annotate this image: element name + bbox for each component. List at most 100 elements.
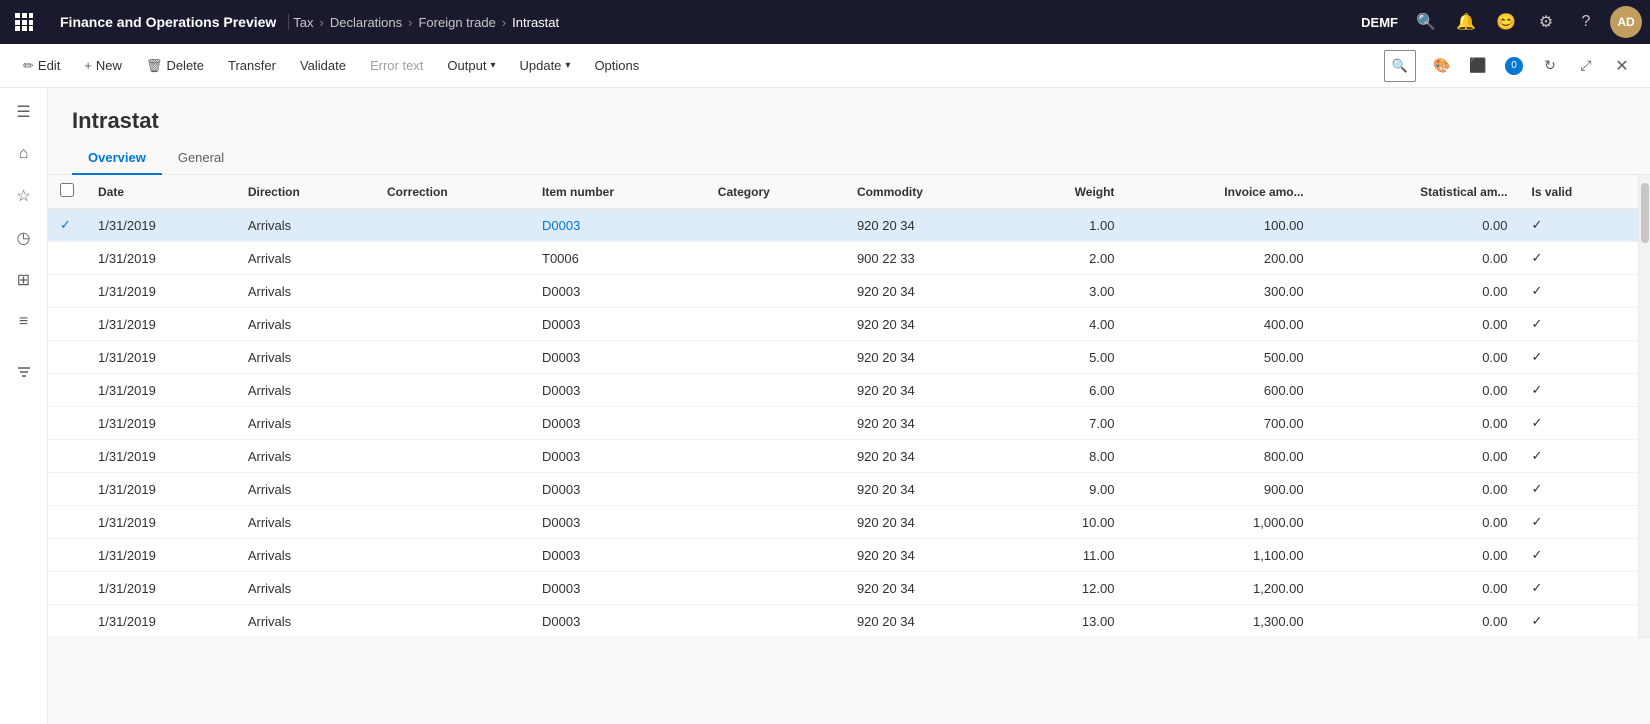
row-check-cell <box>48 407 86 440</box>
table-row[interactable]: 1/31/2019ArrivalsD0003920 20 3412.001,20… <box>48 572 1638 605</box>
cell-statistical-amt: 0.00 <box>1316 572 1520 605</box>
table-row[interactable]: 1/31/2019ArrivalsD0003920 20 3414.001,40… <box>48 638 1638 640</box>
cell-item-number: D0003 <box>530 440 706 473</box>
cell-correction <box>375 242 530 275</box>
main-layout: ☰ ⌂ ☆ ◷ ⊞ ≡ Intrastat Overview General <box>0 88 1650 724</box>
cell-invoice-amt: 200.00 <box>1126 242 1315 275</box>
delete-button[interactable]: 🗑 Delete <box>135 51 215 81</box>
table-row[interactable]: ✓1/31/2019ArrivalsD0003920 20 341.00100.… <box>48 209 1638 242</box>
grid-scroll-container[interactable]: Date Direction Correction Item number Ca… <box>48 175 1638 639</box>
breadcrumb-intrastat[interactable]: Intrastat <box>512 15 559 30</box>
cell-statistical-amt: 0.00 <box>1316 209 1520 242</box>
vertical-scrollbar[interactable] <box>1638 175 1650 639</box>
cell-category <box>706 275 845 308</box>
user-button[interactable]: 😊 <box>1490 6 1522 38</box>
table-row[interactable]: 1/31/2019ArrivalsD0003920 20 346.00600.0… <box>48 374 1638 407</box>
cell-weight: 12.00 <box>1010 572 1127 605</box>
cell-statistical-amt: 0.00 <box>1316 308 1520 341</box>
toolbar-search-button[interactable]: 🔍 <box>1384 50 1416 82</box>
validate-button[interactable]: Validate <box>289 51 357 80</box>
cell-is-valid: ✓ <box>1520 605 1638 638</box>
output-button[interactable]: Output ▾ <box>436 51 506 80</box>
breadcrumb-tax[interactable]: Tax <box>293 15 313 30</box>
table-row[interactable]: 1/31/2019ArrivalsD0003920 20 3410.001,00… <box>48 506 1638 539</box>
breadcrumb-foreign-trade[interactable]: Foreign trade <box>418 15 495 30</box>
table-row[interactable]: 1/31/2019ArrivalsT0006900 22 332.00200.0… <box>48 242 1638 275</box>
help-button[interactable]: ? <box>1570 6 1602 38</box>
table-row[interactable]: 1/31/2019ArrivalsD0003920 20 3411.001,10… <box>48 539 1638 572</box>
avatar-button[interactable]: AD <box>1610 6 1642 38</box>
cell-correction <box>375 473 530 506</box>
tab-overview[interactable]: Overview <box>72 142 162 175</box>
table-row[interactable]: 1/31/2019ArrivalsD0003920 20 343.00300.0… <box>48 275 1638 308</box>
app-grid-button[interactable] <box>8 6 40 38</box>
sidebar-menu-button[interactable]: ☰ <box>4 92 44 132</box>
cell-category <box>706 209 845 242</box>
valid-check-icon: ✓ <box>1532 382 1543 397</box>
cell-date: 1/31/2019 <box>86 209 236 242</box>
edit-button[interactable]: ✏ Edit <box>12 51 71 81</box>
cell-weight: 10.00 <box>1010 506 1127 539</box>
cell-category <box>706 440 845 473</box>
cell-commodity: 920 20 34 <box>845 341 1010 374</box>
sidebar-workspaces-button[interactable]: ⊞ <box>4 260 44 300</box>
cell-item-number: D0003 <box>530 539 706 572</box>
new-button[interactable]: + New <box>73 51 133 80</box>
refresh-button[interactable]: ↻ <box>1534 50 1566 82</box>
split-view-button[interactable]: ⬛ <box>1462 50 1494 82</box>
table-row[interactable]: 1/31/2019ArrivalsD0003920 20 3413.001,30… <box>48 605 1638 638</box>
cell-item-number: D0003 <box>530 572 706 605</box>
search-nav-button[interactable]: 🔍 <box>1410 6 1442 38</box>
cell-is-valid: ✓ <box>1520 572 1638 605</box>
col-weight: Weight <box>1010 175 1127 209</box>
sidebar-recent-button[interactable]: ◷ <box>4 218 44 258</box>
table-row[interactable]: 1/31/2019ArrivalsD0003920 20 347.00700.0… <box>48 407 1638 440</box>
cell-direction: Arrivals <box>236 506 375 539</box>
cell-category <box>706 539 845 572</box>
options-button[interactable]: Options <box>583 51 650 80</box>
sidebar-favorites-button[interactable]: ☆ <box>4 176 44 216</box>
cell-item-number: D0003 <box>530 407 706 440</box>
sidebar-home-button[interactable]: ⌂ <box>4 134 44 174</box>
cell-is-valid: ✓ <box>1520 440 1638 473</box>
breadcrumb-declarations[interactable]: Declarations <box>330 15 402 30</box>
select-all-checkbox[interactable] <box>60 183 74 197</box>
cell-item-number: D0003 <box>530 605 706 638</box>
top-nav-right: DEMF 🔍 🔔 😊 ⚙ ? AD <box>1361 6 1642 38</box>
cell-is-valid: ✓ <box>1520 308 1638 341</box>
cell-item-number[interactable]: D0003 <box>530 209 706 242</box>
transfer-button[interactable]: Transfer <box>217 51 287 80</box>
tab-general[interactable]: General <box>162 142 240 175</box>
cell-weight: 2.00 <box>1010 242 1127 275</box>
row-check-cell: ✓ <box>48 209 86 242</box>
table-row[interactable]: 1/31/2019ArrivalsD0003920 20 348.00800.0… <box>48 440 1638 473</box>
notifications-button[interactable]: 🔔 <box>1450 6 1482 38</box>
cell-is-valid: ✓ <box>1520 341 1638 374</box>
update-button[interactable]: Update ▾ <box>508 51 581 80</box>
cell-commodity: 920 20 34 <box>845 506 1010 539</box>
sidebar-list-button[interactable]: ≡ <box>4 302 44 342</box>
cell-date: 1/31/2019 <box>86 407 236 440</box>
cell-direction: Arrivals <box>236 308 375 341</box>
settings-button[interactable]: ⚙ <box>1530 6 1562 38</box>
scroll-thumb[interactable] <box>1641 183 1649 243</box>
cell-is-valid: ✓ <box>1520 407 1638 440</box>
cell-invoice-amt: 800.00 <box>1126 440 1315 473</box>
col-check <box>48 175 86 209</box>
table-row[interactable]: 1/31/2019ArrivalsD0003920 20 344.00400.0… <box>48 308 1638 341</box>
table-row[interactable]: 1/31/2019ArrivalsD0003920 20 345.00500.0… <box>48 341 1638 374</box>
detach-button[interactable]: ⤢ <box>1570 50 1602 82</box>
col-commodity: Commodity <box>845 175 1010 209</box>
error-text-button[interactable]: Error text <box>359 51 434 80</box>
valid-check-icon: ✓ <box>1532 217 1543 232</box>
cell-is-valid: ✓ <box>1520 275 1638 308</box>
valid-check-icon: ✓ <box>1532 316 1543 331</box>
sidebar-filter-button[interactable] <box>4 352 44 392</box>
cell-commodity: 920 20 34 <box>845 539 1010 572</box>
table-row[interactable]: 1/31/2019ArrivalsD0003920 20 349.00900.0… <box>48 473 1638 506</box>
close-button[interactable]: ✕ <box>1606 50 1638 82</box>
badge-button[interactable]: 0 <box>1498 50 1530 82</box>
cell-date: 1/31/2019 <box>86 341 236 374</box>
cell-statistical-amt: 0.00 <box>1316 440 1520 473</box>
color-swatch-button[interactable]: 🎨 <box>1426 50 1458 82</box>
